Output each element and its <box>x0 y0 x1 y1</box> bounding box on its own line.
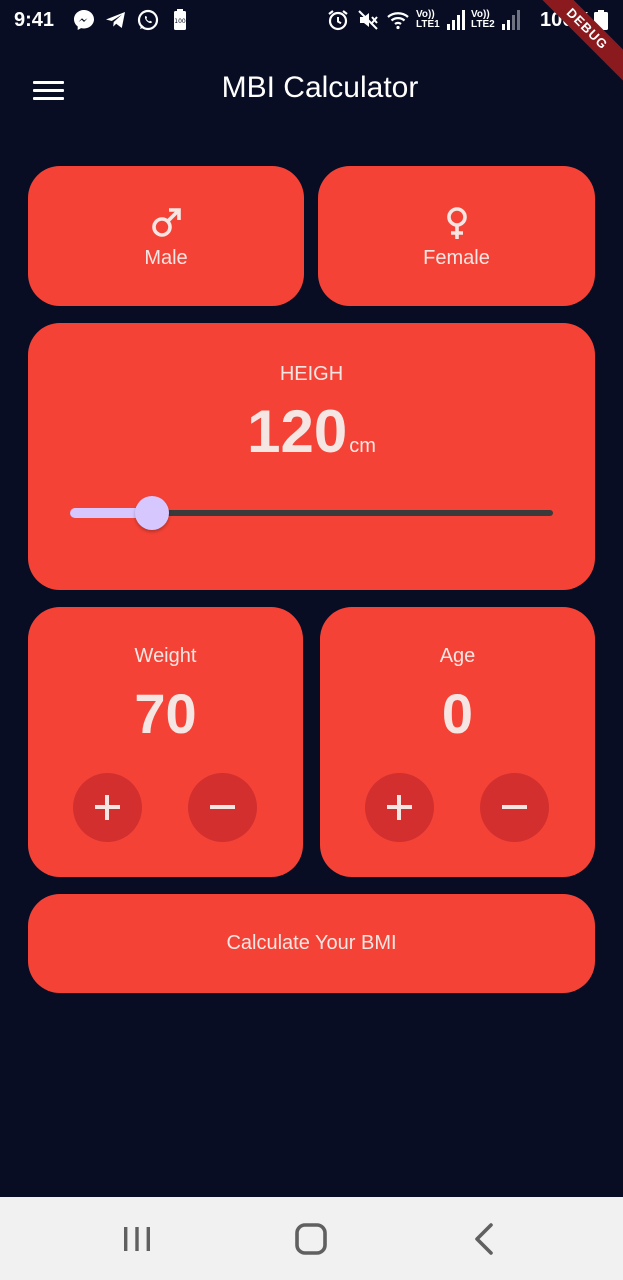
recents-icon[interactable] <box>115 1217 159 1261</box>
calculate-bmi-label: Calculate Your BMI <box>226 932 397 954</box>
status-left-icons: 100 <box>72 8 192 32</box>
home-icon[interactable] <box>289 1217 333 1261</box>
menu-icon-bar <box>33 89 64 92</box>
height-value: 120 <box>247 398 348 465</box>
lte1-signal-icon: Vo)) LTE1 <box>416 10 465 30</box>
height-slider-thumb[interactable] <box>135 496 170 530</box>
lte1-label: Vo)) LTE1 <box>416 9 440 30</box>
whatsapp-icon <box>137 9 159 31</box>
system-nav-bar <box>0 1197 623 1280</box>
menu-button[interactable] <box>26 72 70 108</box>
calculate-bmi-button[interactable]: Calculate Your BMI <box>28 894 595 993</box>
telegram-icon <box>106 12 125 28</box>
svg-text:100: 100 <box>174 18 186 25</box>
app-title: MBI Calculator <box>221 71 419 104</box>
weight-label: Weight <box>134 645 197 667</box>
minus-icon <box>210 805 235 809</box>
weight-card: Weight 70 <box>28 607 303 877</box>
messenger-icon <box>74 10 94 30</box>
female-icon <box>446 207 467 239</box>
height-slider[interactable] <box>70 496 553 530</box>
lte2-signal-icon: Vo)) LTE2 <box>471 10 520 30</box>
menu-icon <box>33 81 64 84</box>
plus-icon-vertical <box>105 795 109 820</box>
weight-decrement-button[interactable] <box>188 773 257 842</box>
male-card[interactable]: Male <box>28 166 304 306</box>
age-label: Age <box>439 645 476 667</box>
wifi-icon <box>387 12 409 30</box>
age-increment-button[interactable] <box>365 773 434 842</box>
age-decrement-button[interactable] <box>480 773 549 842</box>
mute-icon <box>358 10 378 30</box>
age-value: 0 <box>441 682 474 745</box>
lte1-bars <box>447 10 465 30</box>
back-icon[interactable] <box>463 1217 507 1261</box>
female-label: Female <box>423 247 490 269</box>
female-card[interactable]: Female <box>318 166 595 306</box>
height-label: HEIGH <box>279 363 344 385</box>
lte2-bars <box>502 10 520 30</box>
status-bar: 9:41 100 Vo)) LTE1 Vo)) LTE2 <box>0 0 623 44</box>
plus-icon-vertical <box>397 795 401 820</box>
height-value-row: 120 cm <box>28 397 595 466</box>
status-time: 9:41 <box>14 9 55 31</box>
status-right-icons: Vo)) LTE1 Vo)) LTE2 <box>326 8 520 32</box>
minus-icon <box>502 805 527 809</box>
battery-100-icon: 100 <box>174 9 186 30</box>
male-icon <box>152 208 181 237</box>
height-card: HEIGH 120 cm <box>28 323 595 590</box>
male-label: Male <box>144 247 188 269</box>
height-unit: cm <box>349 435 376 457</box>
weight-increment-button[interactable] <box>73 773 142 842</box>
lte2-label: Vo)) LTE2 <box>471 9 495 30</box>
alarm-icon <box>328 10 348 31</box>
menu-icon-bar <box>33 97 64 100</box>
weight-value: 70 <box>134 682 197 745</box>
age-card: Age 0 <box>320 607 595 877</box>
